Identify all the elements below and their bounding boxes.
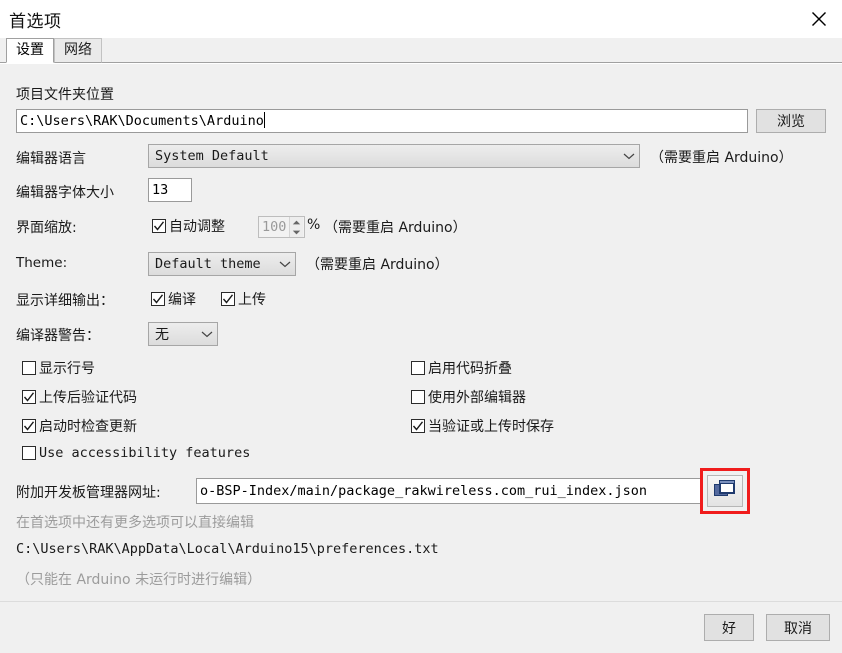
ok-button-label: 好: [722, 620, 736, 637]
title-bar: 首选项: [0, 0, 842, 38]
cancel-button-label: 取消: [784, 620, 812, 637]
verbose-upload-label: 上传: [238, 292, 266, 308]
close-icon: [811, 11, 827, 27]
save-on-verify-checkbox[interactable]: [411, 419, 425, 433]
editor-font-size-value: 13: [152, 182, 169, 198]
close-button[interactable]: [796, 0, 842, 38]
ok-button[interactable]: 好: [704, 614, 754, 641]
windows-stack-icon: [714, 479, 736, 503]
check-updates-on-startup-checkbox[interactable]: [22, 419, 36, 433]
show-line-numbers-checkbox[interactable]: [22, 361, 36, 375]
auto-scale-label: 自动调整: [169, 219, 225, 235]
verbose-compile-label: 编译: [168, 292, 196, 308]
scale-percent-symbol: %: [307, 217, 321, 233]
compiler-warnings-value: 无: [155, 327, 169, 343]
show-line-numbers-label: 显示行号: [39, 361, 95, 377]
external-editor-checkbox[interactable]: [411, 390, 425, 404]
board-manager-urls-value: o-BSP-Index/main/package_rakwireless.com…: [200, 483, 648, 499]
prefs-file-path: C:\Users\RAK\AppData\Local\Arduino15\pre…: [16, 541, 439, 557]
code-folding-checkbox[interactable]: [411, 361, 425, 375]
verify-after-upload-label: 上传后验证代码: [39, 390, 137, 406]
theme-label: Theme:: [16, 255, 68, 271]
check-updates-on-startup-label: 启动时检查更新: [39, 419, 137, 435]
settings-panel: 项目文件夹位置 C:\Users\RAK\Documents\Arduino 浏…: [0, 63, 842, 601]
tab-network-label: 网络: [64, 42, 92, 58]
tab-strip: 设置 网络: [0, 38, 842, 63]
tab-settings-label: 设置: [16, 42, 44, 58]
theme-select[interactable]: Default theme: [148, 252, 296, 276]
stepper-down-icon[interactable]: [290, 227, 303, 237]
compiler-warnings-label: 编译器警告：: [16, 328, 100, 344]
page-title: 首选项: [9, 11, 62, 32]
verbose-output-label: 显示详细输出：: [16, 293, 114, 309]
more-prefs-note: 在首选项中还有更多选项可以直接编辑: [16, 515, 254, 531]
board-manager-urls-input[interactable]: o-BSP-Index/main/package_rakwireless.com…: [196, 478, 710, 504]
tab-settings[interactable]: 设置: [6, 38, 54, 63]
sketchbook-location-label: 项目文件夹位置: [16, 87, 114, 103]
editor-font-size-input[interactable]: 13: [148, 178, 192, 202]
stepper-up-icon[interactable]: [290, 217, 303, 227]
verbose-compile-checkbox[interactable]: [151, 292, 165, 306]
theme-note: （需要重启 Arduino）: [306, 257, 449, 273]
dialog-footer: 好 取消: [0, 601, 842, 653]
compiler-warnings-select[interactable]: 无: [148, 322, 218, 346]
interface-scale-label: 界面缩放:: [16, 220, 77, 236]
text-caret: [263, 112, 265, 128]
theme-value: Default theme: [155, 256, 261, 272]
editor-language-value: System Default: [155, 148, 269, 164]
editor-language-select[interactable]: System Default: [148, 144, 640, 168]
board-manager-edit-button[interactable]: [707, 475, 743, 507]
editor-language-label: 编辑器语言: [16, 151, 86, 167]
browse-button[interactable]: 浏览: [756, 109, 826, 133]
verbose-upload-checkbox[interactable]: [221, 292, 235, 306]
tab-network[interactable]: 网络: [54, 38, 102, 63]
scale-percent-stepper[interactable]: 100: [258, 216, 305, 238]
sketchbook-location-value: C:\Users\RAK\Documents\Arduino: [20, 113, 264, 129]
prefs-file-note: （只能在 Arduino 未运行时进行编辑）: [16, 572, 262, 588]
chevron-down-icon: [201, 326, 213, 342]
external-editor-label: 使用外部编辑器: [428, 390, 526, 406]
browse-button-label: 浏览: [777, 114, 805, 130]
accessibility-features-checkbox[interactable]: [22, 446, 36, 460]
editor-language-note: （需要重启 Arduino）: [650, 150, 793, 166]
stepper-arrows[interactable]: [289, 217, 304, 237]
sketchbook-location-input[interactable]: C:\Users\RAK\Documents\Arduino: [16, 109, 748, 133]
scale-percent-value: 100: [262, 219, 287, 235]
save-on-verify-label: 当验证或上传时保存: [428, 419, 554, 435]
editor-font-size-label: 编辑器字体大小: [16, 185, 114, 201]
auto-scale-checkbox[interactable]: [152, 219, 166, 233]
chevron-down-icon: [623, 148, 635, 164]
cancel-button[interactable]: 取消: [766, 614, 830, 641]
verify-after-upload-checkbox[interactable]: [22, 390, 36, 404]
board-manager-urls-label: 附加开发板管理器网址:: [16, 485, 161, 501]
accessibility-features-label: Use accessibility features: [39, 445, 251, 461]
interface-scale-note: （需要重启 Arduino）: [324, 220, 467, 236]
preferences-dialog: 首选项 设置 网络 项目文件夹位置 C:\Users\RAK\Documents…: [0, 0, 842, 653]
chevron-down-icon: [279, 256, 291, 272]
code-folding-label: 启用代码折叠: [428, 361, 512, 377]
